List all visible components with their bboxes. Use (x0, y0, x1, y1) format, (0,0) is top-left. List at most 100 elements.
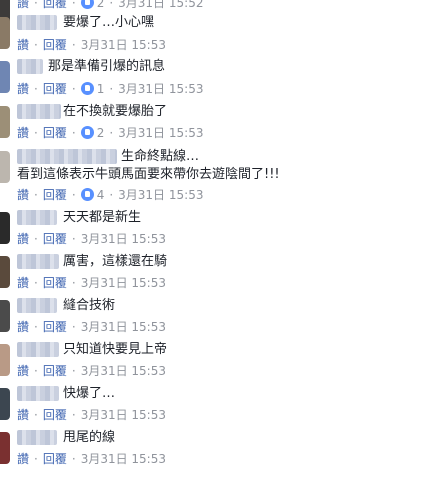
like-link[interactable]: 讚 (17, 36, 29, 54)
reply-link[interactable]: 回覆 (43, 406, 67, 424)
like-link[interactable]: 讚 (17, 230, 29, 248)
avatar[interactable] (0, 17, 10, 49)
commenter-name-blurred[interactable] (17, 342, 59, 357)
commenter-name-blurred[interactable] (17, 298, 57, 313)
reply-link[interactable]: 回覆 (43, 124, 67, 142)
avatar[interactable] (0, 151, 10, 183)
reply-link[interactable]: 回覆 (43, 186, 67, 204)
comment-actions: 讚 · 回覆 · 3月31日 15:53 (17, 36, 166, 54)
commenter-name-blurred[interactable] (17, 430, 57, 445)
avatar[interactable] (0, 432, 10, 464)
like-reaction[interactable]: 4 (80, 186, 105, 204)
comment-text: 甩尾的線 (63, 430, 116, 445)
separator-dot: · (34, 188, 38, 202)
separator-dot: · (71, 126, 76, 140)
reply-link[interactable]: 回覆 (43, 80, 67, 98)
thumbs-up-icon (80, 82, 94, 95)
like-link[interactable]: 讚 (17, 0, 29, 12)
timestamp[interactable]: 3月31日 15:53 (118, 124, 203, 142)
separator-dot: · (109, 0, 114, 10)
comment-actions: 讚 · 回覆 · 3月31日 15:53 (17, 406, 166, 424)
separator-dot: · (109, 126, 114, 140)
comment-text: 只知道快要見上帝 (63, 342, 168, 357)
reply-link[interactable]: 回覆 (43, 0, 67, 12)
reply-link[interactable]: 回覆 (43, 230, 67, 248)
separator-dot: · (34, 364, 38, 378)
separator-dot: · (71, 320, 76, 334)
avatar[interactable] (0, 256, 10, 288)
comment-actions: 讚 · 回覆 · 3月31日 15:53 (17, 318, 166, 336)
like-link[interactable]: 讚 (17, 406, 29, 424)
like-reaction[interactable]: 2 (80, 124, 105, 142)
separator-dot: · (34, 126, 38, 140)
like-count: 1 (96, 82, 105, 96)
avatar[interactable] (0, 61, 10, 93)
separator-dot: · (71, 364, 76, 378)
like-count: 2 (96, 126, 105, 140)
timestamp[interactable]: 3月31日 15:53 (81, 318, 166, 336)
like-reaction[interactable]: 1 (80, 80, 105, 98)
separator-dot: · (109, 82, 114, 96)
commenter-name-blurred[interactable] (17, 15, 57, 30)
comment-actions: 讚 · 回覆 · 3月31日 15:53 (17, 230, 166, 248)
like-reaction[interactable]: 2 (80, 0, 105, 12)
commenter-name-blurred[interactable] (17, 59, 43, 74)
timestamp[interactable]: 3月31日 15:53 (81, 36, 166, 54)
like-count: 2 (96, 0, 105, 10)
timestamp[interactable]: 3月31日 15:53 (81, 362, 166, 380)
comment-actions: 讚 · 回覆 · 3月31日 15:53 (17, 362, 166, 380)
reply-link[interactable]: 回覆 (43, 36, 67, 54)
like-link[interactable]: 讚 (17, 318, 29, 336)
separator-dot: · (71, 232, 76, 246)
avatar[interactable] (0, 106, 10, 138)
avatar[interactable] (0, 344, 10, 376)
commenter-name-blurred[interactable] (17, 210, 57, 225)
avatar[interactable] (0, 212, 10, 244)
comment-actions: 讚 · 回覆 · 3月31日 15:53 (17, 450, 166, 468)
comment-actions: 讚 · 回覆 · 4 · 3月31日 15:53 (17, 186, 203, 204)
commenter-name-blurred[interactable] (17, 386, 59, 401)
timestamp[interactable]: 3月31日 15:53 (118, 186, 203, 204)
thumbs-up-icon (80, 188, 94, 201)
separator-dot: · (34, 452, 38, 466)
like-link[interactable]: 讚 (17, 362, 29, 380)
commenter-name-blurred[interactable] (17, 104, 61, 119)
comment-actions: 讚 · 回覆 · 3月31日 15:53 (17, 274, 166, 292)
like-link[interactable]: 讚 (17, 124, 29, 142)
reply-link[interactable]: 回覆 (43, 450, 67, 468)
like-link[interactable]: 讚 (17, 80, 29, 98)
comment-text: 快爆了… (63, 386, 116, 401)
timestamp[interactable]: 3月31日 15:53 (81, 274, 166, 292)
thumbs-up-icon (80, 126, 94, 139)
like-count: 4 (96, 188, 105, 202)
timestamp[interactable]: 3月31日 15:53 (118, 80, 203, 98)
avatar[interactable] (0, 300, 10, 332)
like-link[interactable]: 讚 (17, 274, 29, 292)
timestamp[interactable]: 3月31日 15:53 (81, 230, 166, 248)
avatar[interactable] (0, 388, 10, 420)
commenter-name-blurred[interactable] (17, 149, 117, 164)
separator-dot: · (71, 452, 76, 466)
commenter-name-blurred[interactable] (17, 254, 59, 269)
separator-dot: · (71, 0, 76, 10)
separator-dot: · (71, 188, 76, 202)
comment-text: 那是準備引爆的訊息 (48, 59, 166, 74)
separator-dot: · (71, 276, 76, 290)
separator-dot: · (71, 82, 76, 96)
reply-link[interactable]: 回覆 (43, 362, 67, 380)
timestamp[interactable]: 3月31日 15:53 (81, 406, 166, 424)
separator-dot: · (34, 232, 38, 246)
reply-link[interactable]: 回覆 (43, 274, 67, 292)
like-link[interactable]: 讚 (17, 186, 29, 204)
reply-link[interactable]: 回覆 (43, 318, 67, 336)
separator-dot: · (71, 408, 76, 422)
timestamp[interactable]: 3月31日 15:52 (118, 0, 203, 12)
comment-feed: 讚 · 回覆 · 2 · 3月31日 15:52 要爆了…小心嘿讚 · 回覆 · 3月31日 15:5… (0, 0, 430, 482)
timestamp[interactable]: 3月31日 15:53 (81, 450, 166, 468)
separator-dot: · (34, 408, 38, 422)
separator-dot: · (34, 320, 38, 334)
comment-text: 在不換就要爆胎了 (63, 104, 168, 119)
thumbs-up-icon (80, 0, 94, 9)
like-link[interactable]: 讚 (17, 450, 29, 468)
comment-text: 天天都是新生 (63, 210, 142, 225)
